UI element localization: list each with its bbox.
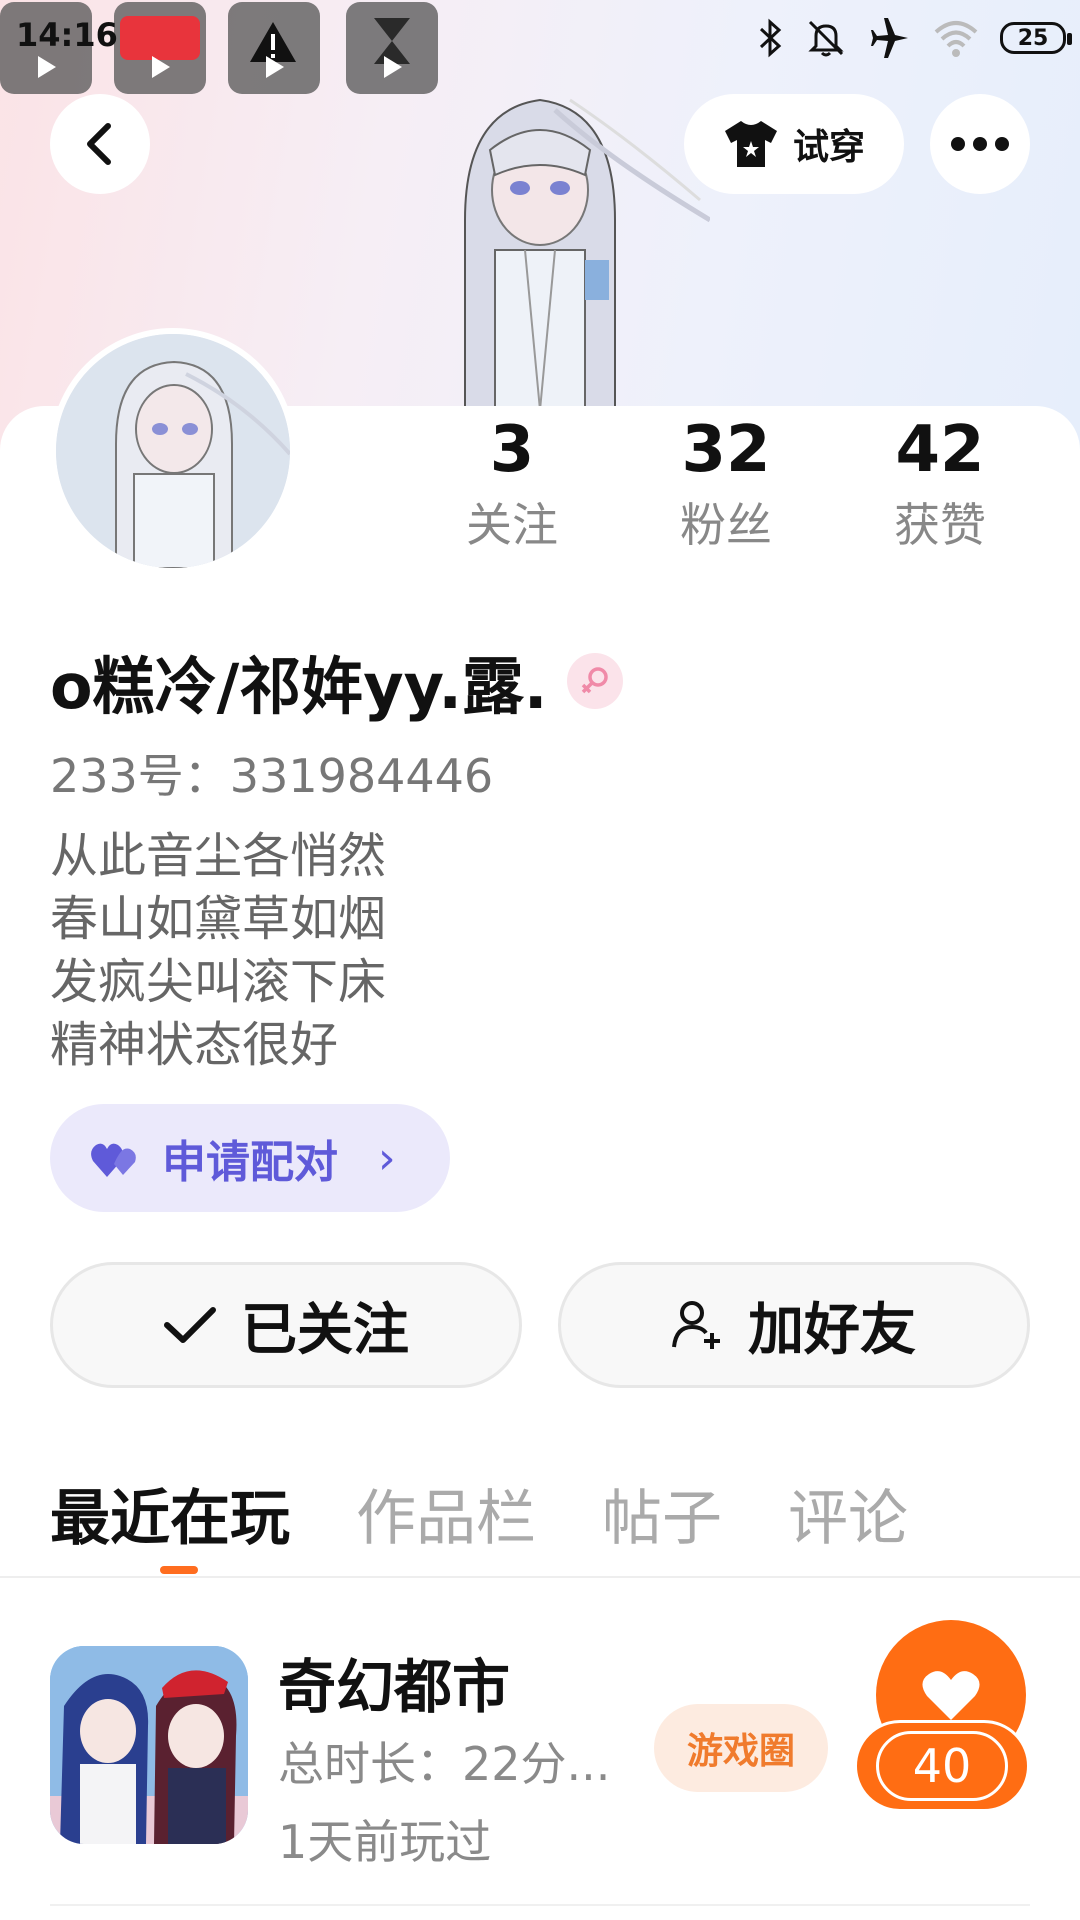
play-icon xyxy=(38,56,56,78)
list-item[interactable]: 奇幻都市 总时长：22分... 1天前玩过 游戏圈 40 xyxy=(0,1620,1080,1920)
bio-line: 精神状态很好 xyxy=(50,1017,339,1073)
like-count-badge: 40 xyxy=(854,1720,1030,1812)
chevron-right-icon: › xyxy=(378,1132,396,1184)
back-button[interactable] xyxy=(50,94,150,194)
divider xyxy=(0,1576,1080,1578)
more-dots-icon xyxy=(951,137,1009,151)
name-row: o糕冷/祁姩yy.露. xyxy=(50,636,624,726)
likes-label: 获赞 xyxy=(894,498,986,552)
try-on-button[interactable]: 试穿 xyxy=(684,94,904,194)
add-friend-label: 加好友 xyxy=(748,1297,916,1363)
tab-works[interactable]: 作品栏 xyxy=(356,1470,536,1557)
notification-thumbnail xyxy=(346,2,438,94)
battery-icon: 25 xyxy=(1000,22,1072,54)
stat-fans[interactable]: 32 粉丝 xyxy=(626,410,826,560)
add-friend-button[interactable]: 加好友 xyxy=(558,1262,1030,1388)
bio-line: 从此音尘各悄然 xyxy=(50,828,387,884)
play-icon xyxy=(384,56,402,78)
bluetooth-icon xyxy=(759,18,782,58)
bell-muted-icon xyxy=(808,20,844,57)
game-like-button[interactable]: 40 xyxy=(854,1620,1030,1820)
username: o糕冷/祁姩yy.露. xyxy=(50,650,548,723)
tab-comments[interactable]: 评论 xyxy=(788,1470,908,1557)
game-cover-art xyxy=(50,1646,248,1844)
app-thumbnail xyxy=(120,16,200,60)
status-bar: 14:16 25 xyxy=(0,0,1080,96)
bio-line: 春山如黛草如烟 xyxy=(50,891,387,947)
airplane-icon xyxy=(871,18,908,58)
like-count: 40 xyxy=(876,1731,1008,1801)
play-icon xyxy=(266,56,284,78)
notification-thumbnail xyxy=(228,2,320,94)
likes-count: 42 xyxy=(895,413,985,487)
fans-label: 粉丝 xyxy=(680,498,772,552)
game-last-played: 1天前玩过 xyxy=(278,1815,492,1869)
following-count: 3 xyxy=(489,413,535,487)
stat-following[interactable]: 3 关注 xyxy=(412,410,612,560)
bio-line: 发疯尖叫滚下床 xyxy=(50,954,387,1010)
apply-pair-button[interactable]: 申请配对 › xyxy=(50,1104,450,1212)
bio: 从此音尘各悄然 春山如黛草如烟 发疯尖叫滚下床 精神状态很好 xyxy=(50,825,386,1077)
avatar[interactable] xyxy=(50,328,296,574)
check-icon xyxy=(164,1307,216,1343)
heart-icon xyxy=(922,1671,980,1720)
followed-button[interactable]: 已关注 xyxy=(50,1262,522,1388)
notification-thumbnail xyxy=(114,2,206,94)
divider xyxy=(50,1904,1030,1906)
wifi-icon xyxy=(934,21,978,57)
game-icon[interactable] xyxy=(50,1646,248,1844)
content-tabs: 最近在玩 作品栏 帖子 评论 xyxy=(50,1470,908,1574)
stat-likes[interactable]: 42 获赞 xyxy=(840,410,1040,560)
avatar-image xyxy=(56,334,290,568)
stats-row: 3 关注 32 粉丝 42 获赞 xyxy=(430,410,1070,570)
female-gender-icon xyxy=(567,653,624,709)
game-circle-button[interactable]: 游戏圈 xyxy=(654,1704,828,1792)
status-icons: 25 xyxy=(758,14,1072,62)
game-duration: 总时长：22分... xyxy=(278,1737,611,1791)
game-title: 奇幻都市 xyxy=(278,1653,511,1721)
status-time: 14:16 xyxy=(16,16,118,54)
user-id: 233号：331984446 xyxy=(50,749,494,803)
followed-label: 已关注 xyxy=(241,1297,409,1363)
chevron-left-icon xyxy=(87,123,111,165)
tab-recent-play[interactable]: 最近在玩 xyxy=(50,1470,290,1574)
more-button[interactable] xyxy=(930,94,1030,194)
avatar-character-art xyxy=(464,98,710,410)
tab-posts[interactable]: 帖子 xyxy=(602,1470,722,1557)
fans-count: 32 xyxy=(681,413,771,487)
following-label: 关注 xyxy=(466,498,558,552)
double-heart-icon xyxy=(91,1143,136,1177)
play-icon xyxy=(152,56,170,78)
add-user-icon xyxy=(672,1301,720,1349)
try-on-label: 试穿 xyxy=(792,127,865,168)
apply-pair-label: 申请配对 xyxy=(162,1137,338,1188)
shirt-icon xyxy=(724,121,777,167)
battery-level: 25 xyxy=(1017,25,1049,51)
